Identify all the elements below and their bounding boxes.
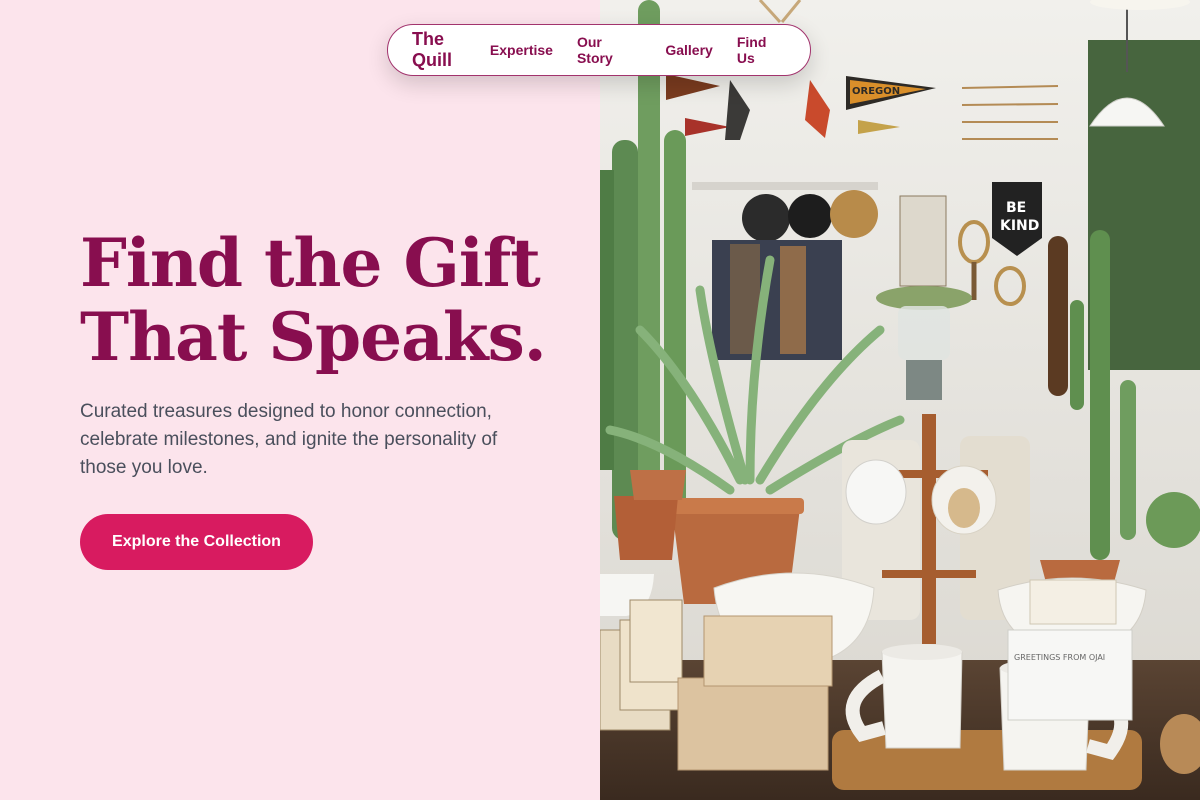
be-kind-banner-line-2: KIND bbox=[1000, 218, 1039, 234]
nav-link-find-us[interactable]: Find Us bbox=[737, 34, 788, 66]
top-navigation: The Quill Expertise Our Story Gallery Fi… bbox=[387, 24, 811, 76]
brand-logo[interactable]: The Quill bbox=[412, 29, 489, 71]
nav-link-gallery[interactable]: Gallery bbox=[665, 42, 712, 58]
hero-title: Find the Gift That Speaks. bbox=[80, 224, 547, 376]
hero-title-line-2: That Speaks. bbox=[80, 298, 547, 376]
oregon-pennant-text: OREGON bbox=[852, 86, 900, 97]
greeting-card-text: GREETINGS FROM OJAI bbox=[1014, 653, 1105, 662]
be-kind-banner-line-1: BE bbox=[1006, 200, 1026, 216]
nav-link-expertise[interactable]: Expertise bbox=[490, 42, 553, 58]
explore-collection-button[interactable]: Explore the Collection bbox=[80, 514, 313, 570]
shop-interior-photo: OREGON BE KIND GREETINGS FROM OJAI bbox=[600, 0, 1200, 800]
nav-link-our-story[interactable]: Our Story bbox=[577, 34, 641, 66]
hero-panel: Find the Gift That Speaks. Curated treas… bbox=[0, 0, 600, 800]
nav-links: Expertise Our Story Gallery Find Us bbox=[490, 34, 788, 66]
hero-title-line-1: Find the Gift bbox=[80, 224, 541, 302]
hero-subtitle: Curated treasures designed to honor conn… bbox=[80, 401, 498, 478]
